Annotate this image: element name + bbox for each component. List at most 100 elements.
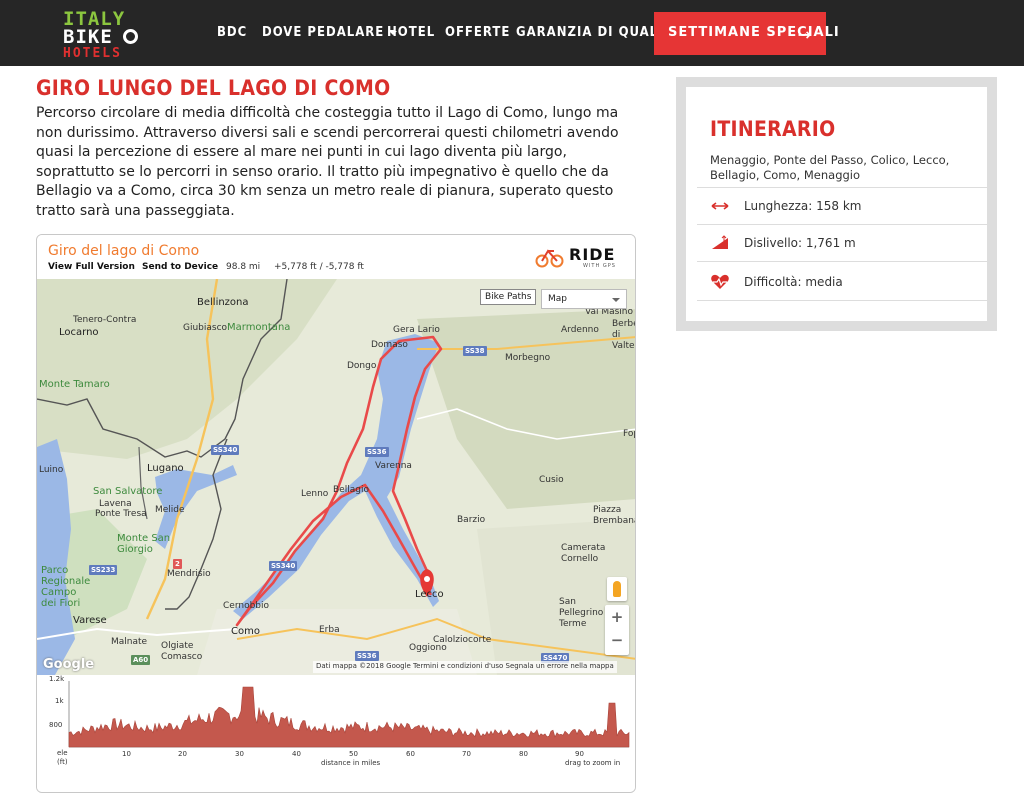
label-parco-campo-dei-fiori: Parco Regionale Campo dei Fiori [41,565,91,609]
elevation-chart [68,681,630,748]
x-tick-20: 20 [178,750,187,758]
rwgps-embed: Giro del lago di Como View Full Version … [36,234,636,793]
label-dongo: Dongo [347,361,377,371]
label-gera-lario: Gera Lario [393,325,440,335]
route-description: Percorso circolare di media difficoltà c… [36,105,619,219]
y-tick-1000: 1k [55,697,64,705]
elevation-profile[interactable]: 1.2k 1k 800 ele (ft) 10 20 30 40 50 60 7… [37,675,635,792]
route-name-link[interactable]: Giro del lago di Como [48,243,199,259]
label-bellagio: Bellagio [333,485,369,495]
label-cusio: Cusio [539,475,564,485]
top-navbar: ITALY BIKE HOTELS BDC DOVE PEDALARE HOTE… [0,0,1024,66]
zoom-out-button[interactable]: − [605,631,629,649]
label-piazza-brembana: Piazza Brembana [593,505,636,526]
label-barzio: Barzio [457,515,486,525]
x-tick-40: 40 [292,750,301,758]
nav-dove-pedalare[interactable]: DOVE PEDALARE [262,25,398,40]
rwgps-logo-text: RIDE [569,245,616,264]
nav-hotel[interactable]: HOTEL [387,25,435,40]
x-axis-label: distance in miles [321,759,381,767]
y-tick-1200: 1.2k [49,675,65,683]
label-ponte-tresa: Ponte Tresa [95,509,147,519]
label-erba: Erba [319,625,340,635]
road-ss36-south: SS36 [355,651,379,661]
climb-value: Dislivello: 1,761 m [744,236,856,250]
climb-row: Dislivello: 1,761 m [697,224,987,261]
street-view-pegman-icon[interactable] [607,577,627,601]
logo-line-3: HOTELS [63,46,122,61]
itinerary-box: ITINERARIO Menaggio, Ponte del Passo, Co… [676,77,997,331]
label-malnate: Malnate [111,637,148,647]
road-ss233: SS233 [89,565,118,575]
y-axis-unit: ele (ft) [57,749,68,766]
send-to-device-link[interactable]: Send to Device [142,262,218,272]
map-type-select[interactable]: Map [541,289,627,309]
label-monte-tamaro: Monte Tamaro [39,379,110,390]
nav-dove-pedalare-label: DOVE PEDALARE [262,25,385,40]
x-tick-70: 70 [462,750,471,758]
label-lugano: Lugano [147,463,184,474]
x-tick-50: 50 [349,750,358,758]
bike-paths-button[interactable]: Bike Paths [480,289,537,305]
label-ardenno: Ardenno [561,325,599,335]
label-calolziocorte: Calolziocorte [433,635,492,645]
x-tick-60: 60 [406,750,415,758]
double-arrow-icon [711,202,729,210]
itinerary-route: Menaggio, Ponte del Passo, Colico, Lecco… [710,153,950,182]
road-ss36-north: SS36 [365,447,389,457]
route-map[interactable]: Bellinzona Tenero-Contra Giubiasco Marmo… [37,279,636,675]
rwgps-logo-subtext: WITH GPS [583,263,616,269]
wheel-icon [123,29,138,44]
route-distance: 98.8 mi [226,262,261,272]
road-ss340: SS340 [211,445,240,455]
label-varenna: Varenna [375,461,412,471]
nav-offerte[interactable]: OFFERTE [445,25,510,40]
road-a60: A60 [131,655,151,665]
chevron-down-icon [612,298,620,302]
x-tick-30: 30 [235,750,244,758]
brand-logo[interactable]: ITALY BIKE HOTELS [63,8,143,61]
page-title: GIRO LUNGO DEL LAGO DI COMO [36,76,391,100]
label-varese: Varese [73,615,107,626]
elevation-icon [712,235,728,249]
difficulty-row: Difficoltà: media [697,261,987,301]
label-melide: Melide [155,505,185,515]
map-type-value: Map [548,294,567,304]
label-mendrisio: Mendrisio [167,569,211,579]
route-elevation: +5,778 ft / -5,778 ft [274,262,364,272]
length-row: Lunghezza: 158 km [697,187,987,224]
rwgps-logo[interactable]: RIDE WITH GPS [535,245,621,271]
logo-line-2: BIKE [63,26,113,48]
map-attribution[interactable]: Dati mappa ©2018 Google Termini e condiz… [313,661,617,673]
arrow-right-icon: → [797,25,812,44]
drag-zoom-hint: drag to zoom in [565,759,621,767]
view-full-version-link[interactable]: View Full Version [48,262,135,272]
label-lenno: Lenno [301,489,329,499]
label-fop: Fop [623,429,635,439]
label-luino: Luino [39,465,64,475]
x-tick-10: 10 [122,750,131,758]
x-tick-90: 90 [575,750,584,758]
difficulty-value: Difficoltà: media [744,275,843,289]
label-berbenno: Berbenno di Valte [612,319,635,351]
label-san-salvatore: San Salvatore [93,486,163,497]
road-ss340-south: SS340 [269,561,298,571]
label-lavena: Lavena [99,499,132,509]
label-bellinzona: Bellinzona [197,297,249,308]
label-domaso: Domaso [371,340,408,350]
cta-label: SETTIMANE SPECIALI [668,25,840,40]
road-a2: 2 [173,559,182,569]
label-marmontana: Marmontana [227,322,291,333]
bicycle-icon [535,249,564,268]
zoom-in-button[interactable]: + [605,608,629,626]
label-giubiasco: Giubiasco [183,323,228,333]
label-monte-san-giorgio: Monte San Giorgio [117,533,171,555]
google-logo: Google [43,657,95,672]
label-cernobbio: Cernobbio [223,601,270,611]
settimane-speciali-button[interactable]: SETTIMANE SPECIALI → [654,12,839,55]
label-olgiate-comasco: Olgiate Comasco [161,641,203,662]
itinerary-title: ITINERARIO [710,117,836,141]
nav-bdc[interactable]: BDC [217,25,247,40]
itinerary-card: ITINERARIO Menaggio, Ponte del Passo, Co… [686,87,987,321]
label-locarno: Locarno [59,327,99,338]
